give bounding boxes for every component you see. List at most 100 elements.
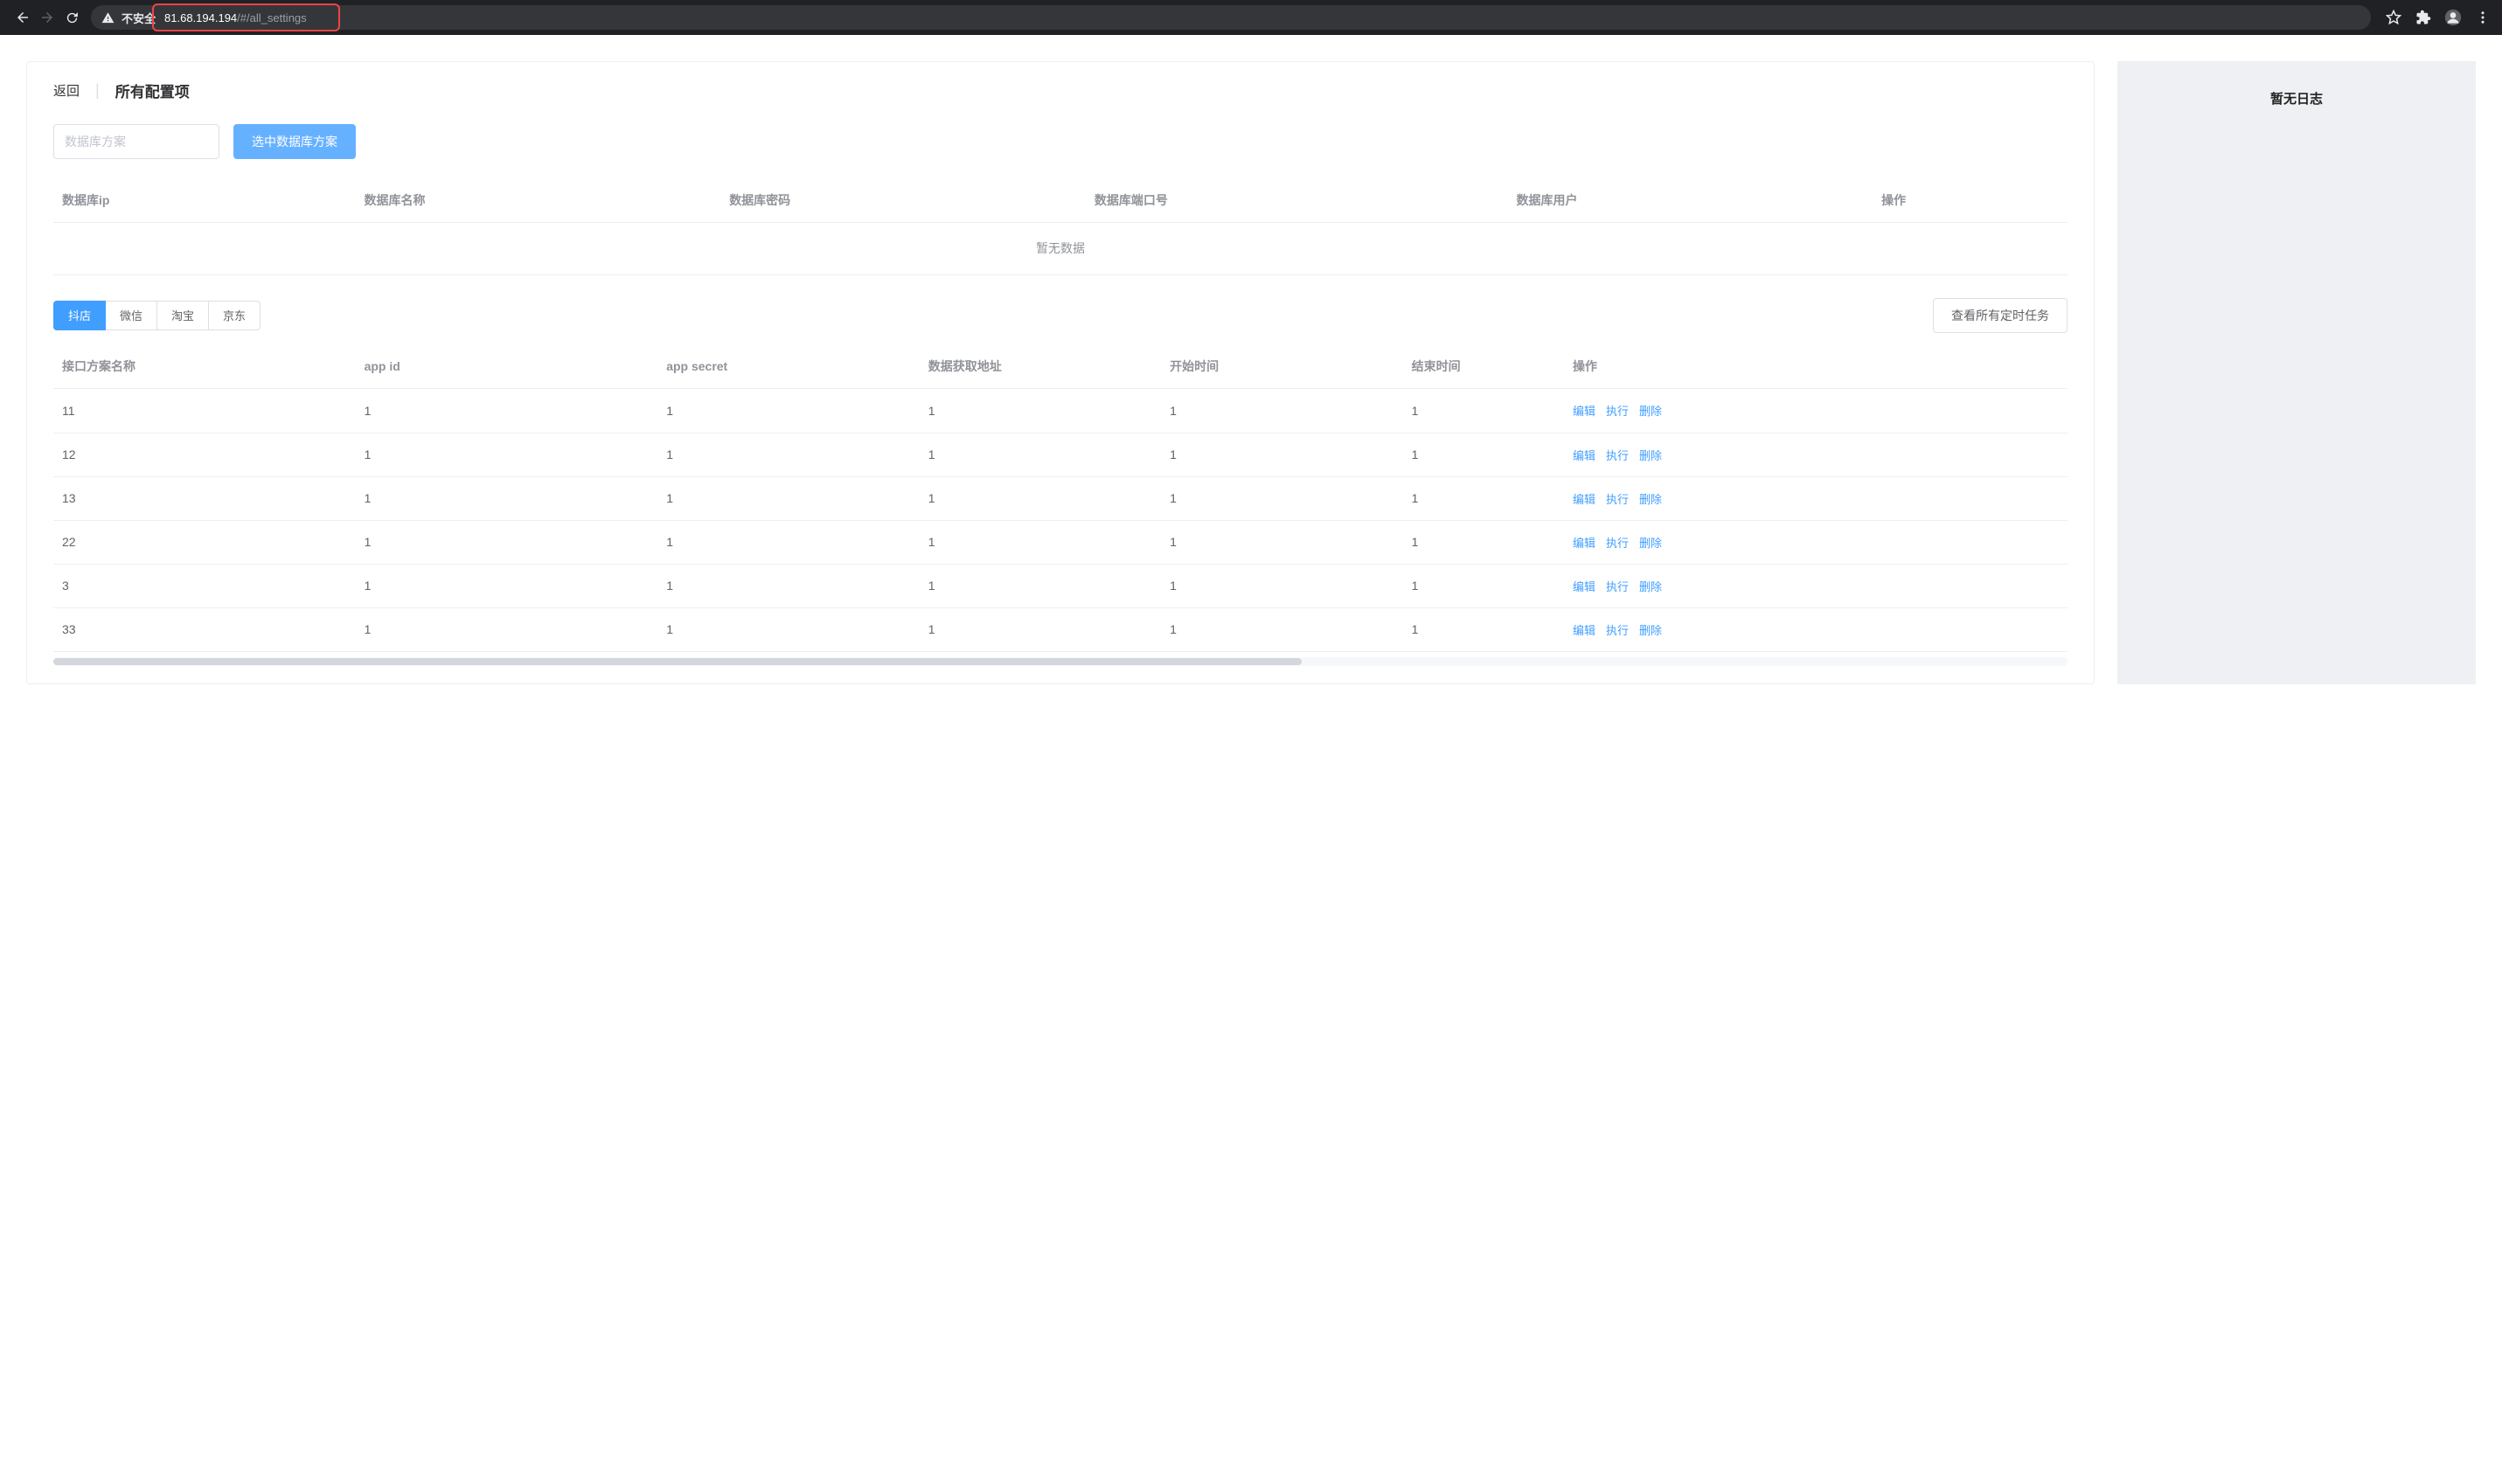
cell-appid: 1 <box>356 433 658 476</box>
cell-name: 12 <box>53 433 356 476</box>
table-row: 311111编辑执行删除 <box>53 564 2068 607</box>
cell-start: 1 <box>1161 520 1402 564</box>
platform-tabs: 抖店 微信 淘宝 京东 <box>53 301 261 330</box>
tab-wechat[interactable]: 微信 <box>106 301 157 330</box>
url-host: 81.68.194.194 <box>164 11 237 24</box>
th-secret: app secret <box>657 345 920 389</box>
view-all-jobs-button[interactable]: 查看所有定时任务 <box>1933 298 2068 333</box>
cell-name: 11 <box>53 389 356 433</box>
settings-card: 返回 | 所有配置项 选中数据库方案 数据库ip 数据库名称 数据库密码 数据库… <box>26 61 2095 684</box>
cell-ops: 编辑执行删除 <box>1564 389 2068 433</box>
cell-name: 13 <box>53 476 356 520</box>
cell-secret: 1 <box>657 564 920 607</box>
run-button[interactable]: 执行 <box>1606 447 1629 463</box>
cell-ops: 编辑执行删除 <box>1564 520 2068 564</box>
cell-end: 1 <box>1403 433 1564 476</box>
table-row: 1211111编辑执行删除 <box>53 433 2068 476</box>
edit-button[interactable]: 编辑 <box>1573 402 1595 419</box>
select-db-scheme-button[interactable]: 选中数据库方案 <box>233 124 356 159</box>
table-row: 1311111编辑执行删除 <box>53 476 2068 520</box>
delete-button[interactable]: 删除 <box>1639 447 1662 463</box>
th-db-user: 数据库用户 <box>1508 178 1873 222</box>
cell-appid: 1 <box>356 607 658 651</box>
cell-name: 22 <box>53 520 356 564</box>
h-scrollbar-thumb[interactable] <box>53 658 1302 665</box>
browser-toolbar: 不安全 81.68.194.194/#/all_settings <box>0 0 2502 35</box>
cell-end: 1 <box>1403 607 1564 651</box>
th-db-name: 数据库名称 <box>356 178 721 222</box>
cell-secret: 1 <box>657 433 920 476</box>
cell-start: 1 <box>1161 433 1402 476</box>
edit-button[interactable]: 编辑 <box>1573 578 1595 594</box>
run-button[interactable]: 执行 <box>1606 490 1629 507</box>
cell-appid: 1 <box>356 564 658 607</box>
cell-appid: 1 <box>356 476 658 520</box>
profile-avatar-icon[interactable] <box>2444 9 2462 26</box>
cell-end: 1 <box>1403 389 1564 433</box>
back-link[interactable]: 返回 <box>53 81 80 100</box>
cell-secret: 1 <box>657 476 920 520</box>
th-fetch-url: 数据获取地址 <box>920 345 1161 389</box>
h-scrollbar[interactable] <box>53 657 2068 666</box>
log-panel: 暂无日志 <box>2117 61 2476 684</box>
th-db-pwd: 数据库密码 <box>720 178 1086 222</box>
tab-jd[interactable]: 京东 <box>209 301 261 330</box>
th-db-ip: 数据库ip <box>53 178 356 222</box>
tab-taobao[interactable]: 淘宝 <box>157 301 209 330</box>
table-row: 2211111编辑执行删除 <box>53 520 2068 564</box>
cell-url: 1 <box>920 476 1161 520</box>
cell-ops: 编辑执行删除 <box>1564 433 2068 476</box>
delete-button[interactable]: 删除 <box>1639 621 1662 638</box>
kebab-menu-icon[interactable] <box>2474 9 2492 26</box>
edit-button[interactable]: 编辑 <box>1573 447 1595 463</box>
run-button[interactable]: 执行 <box>1606 621 1629 638</box>
cell-appid: 1 <box>356 520 658 564</box>
cell-url: 1 <box>920 520 1161 564</box>
cell-secret: 1 <box>657 389 920 433</box>
extensions-puzzle-icon[interactable] <box>2415 9 2432 26</box>
delete-button[interactable]: 删除 <box>1639 490 1662 507</box>
edit-button[interactable]: 编辑 <box>1573 490 1595 507</box>
cell-url: 1 <box>920 564 1161 607</box>
cell-start: 1 <box>1161 476 1402 520</box>
reload-icon[interactable] <box>59 5 84 30</box>
cell-end: 1 <box>1403 520 1564 564</box>
th-db-port: 数据库端口号 <box>1086 178 1508 222</box>
run-button[interactable]: 执行 <box>1606 402 1629 419</box>
delete-button[interactable]: 删除 <box>1639 578 1662 594</box>
run-button[interactable]: 执行 <box>1606 534 1629 551</box>
page-title: 所有配置项 <box>115 80 190 101</box>
cell-end: 1 <box>1403 476 1564 520</box>
cell-name: 33 <box>53 607 356 651</box>
db-empty-text: 暂无数据 <box>53 222 2068 274</box>
cell-start: 1 <box>1161 389 1402 433</box>
cell-name: 3 <box>53 564 356 607</box>
th-ops: 操作 <box>1564 345 2068 389</box>
cell-url: 1 <box>920 389 1161 433</box>
cell-url: 1 <box>920 607 1161 651</box>
cell-end: 1 <box>1403 564 1564 607</box>
edit-button[interactable]: 编辑 <box>1573 621 1595 638</box>
table-row: 3311111编辑执行删除 <box>53 607 2068 651</box>
bookmark-star-icon[interactable] <box>2385 9 2402 26</box>
run-button[interactable]: 执行 <box>1606 578 1629 594</box>
address-bar[interactable]: 不安全 81.68.194.194/#/all_settings <box>91 5 2371 30</box>
cell-ops: 编辑执行删除 <box>1564 607 2068 651</box>
cell-secret: 1 <box>657 607 920 651</box>
delete-button[interactable]: 删除 <box>1639 534 1662 551</box>
cell-appid: 1 <box>356 389 658 433</box>
cell-ops: 编辑执行删除 <box>1564 476 2068 520</box>
cell-start: 1 <box>1161 564 1402 607</box>
back-nav-icon[interactable] <box>10 5 35 30</box>
forward-nav-icon[interactable] <box>35 5 59 30</box>
tab-douyin[interactable]: 抖店 <box>53 301 106 330</box>
db-scheme-input[interactable] <box>53 124 219 159</box>
th-appid: app id <box>356 345 658 389</box>
delete-button[interactable]: 删除 <box>1639 402 1662 419</box>
log-empty-text: 暂无日志 <box>2117 89 2476 107</box>
not-secure-label: 不安全 <box>122 10 156 26</box>
th-api-name: 接口方案名称 <box>53 345 356 389</box>
edit-button[interactable]: 编辑 <box>1573 534 1595 551</box>
url-path: /#/all_settings <box>237 11 307 24</box>
db-table: 数据库ip 数据库名称 数据库密码 数据库端口号 数据库用户 操作 暂无数据 <box>53 178 2068 275</box>
